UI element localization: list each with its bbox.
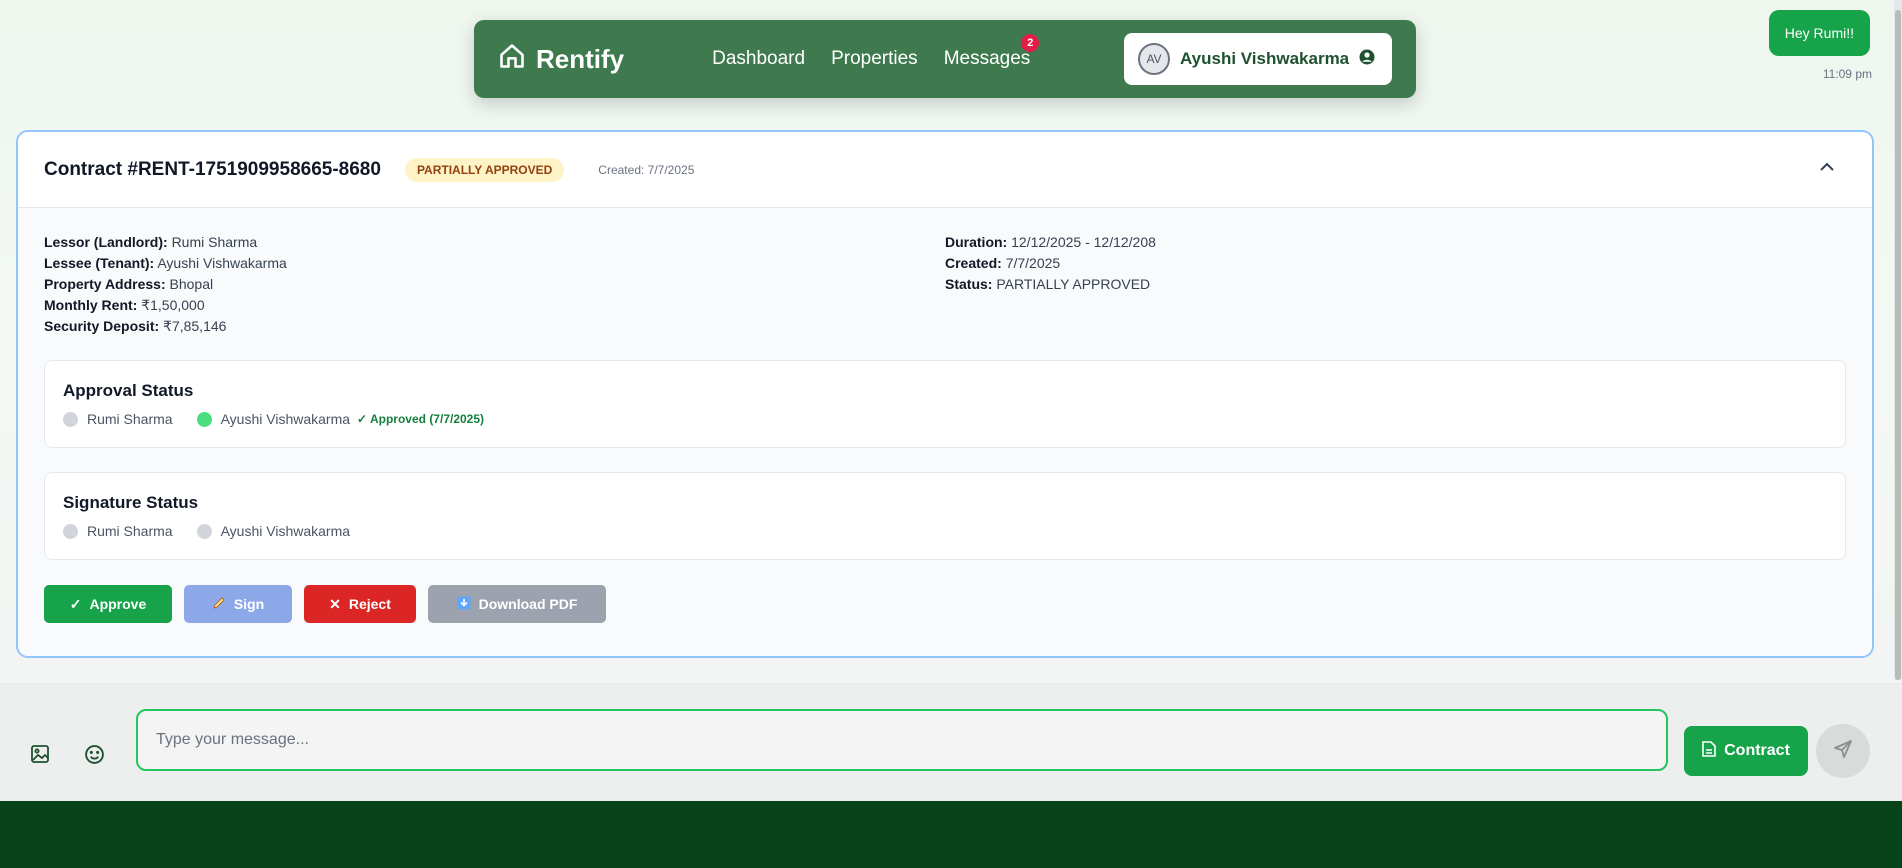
reject-label: Reject — [348, 596, 391, 612]
detail-duration: Duration: 12/12/2025 - 12/12/208 — [945, 232, 1846, 253]
nav-link-properties[interactable]: Properties — [831, 48, 918, 70]
approval-status-panel: Approval Status Rumi Sharma Ayushi Vishw… — [44, 360, 1846, 448]
pen-icon — [212, 596, 226, 613]
detail-status: Status: PARTIALLY APPROVED — [945, 274, 1846, 295]
detail-label: Created: — [945, 255, 1002, 271]
approve-label: Approve — [89, 596, 147, 612]
contract-details: Lessor (Landlord): Rumi Sharma Lessee (T… — [18, 208, 1872, 337]
footer-bar — [0, 801, 1902, 868]
detail-created: Created: 7/7/2025 — [945, 253, 1846, 274]
contract-button-label: Contract — [1724, 742, 1790, 759]
detail-deposit: Security Deposit: ₹7,85,146 — [44, 316, 945, 337]
home-icon — [498, 42, 526, 77]
approval-parties: Rumi Sharma Ayushi Vishwakarma ✓ Approve… — [63, 411, 1827, 427]
detail-lessor: Lessor (Landlord): Rumi Sharma — [44, 232, 945, 253]
chat-bubble-sent: Hey Rumi!! — [1768, 10, 1870, 56]
download-icon — [457, 596, 471, 613]
detail-label: Duration: — [945, 234, 1008, 250]
details-right-column: Duration: 12/12/2025 - 12/12/208 Created… — [945, 232, 1846, 337]
close-icon: ✕ — [329, 595, 341, 612]
download-pdf-button[interactable]: Download PDF — [428, 585, 606, 623]
detail-value: 12/12/2025 - 12/12/208 — [1011, 234, 1156, 250]
chat-bubble-time: 11:09 pm — [1822, 67, 1872, 81]
download-label: Download PDF — [478, 596, 578, 612]
status-dot-pending — [63, 523, 78, 539]
brand[interactable]: Rentify — [498, 42, 624, 77]
document-icon — [1702, 740, 1716, 762]
reject-button[interactable]: ✕ Reject — [304, 585, 416, 623]
check-icon: ✓ — [69, 595, 82, 612]
contract-card-header[interactable]: Contract #RENT-1751909958665-8680 PARTIA… — [18, 132, 1872, 208]
emoji-icon[interactable] — [84, 744, 105, 770]
scrollbar[interactable] — [1894, 0, 1902, 680]
status-dot-approved — [196, 411, 212, 427]
chevron-up-icon[interactable] — [1818, 158, 1836, 182]
top-navbar: Rentify Dashboard Properties Messages 2 … — [474, 20, 1416, 98]
party-name: Rumi Sharma — [87, 523, 173, 539]
details-left-column: Lessor (Landlord): Rumi Sharma Lessee (T… — [44, 232, 945, 337]
send-icon — [1833, 739, 1853, 764]
created-date: Created: 7/7/2025 — [598, 162, 695, 177]
approval-party: Rumi Sharma — [63, 411, 173, 427]
signature-status-panel: Signature Status Rumi Sharma Ayushi Vish… — [44, 472, 1846, 560]
signature-party: Rumi Sharma — [63, 523, 173, 539]
approve-button[interactable]: ✓ Approve — [44, 585, 172, 623]
detail-value: Ayushi Vishwakarma — [157, 255, 287, 271]
contract-actions: ✓ Approve Sign ✕ Reject Download PDF — [44, 585, 1846, 623]
message-composer: Contract — [0, 683, 1902, 801]
sign-label: Sign — [233, 596, 265, 612]
user-menu[interactable]: AV Ayushi Vishwakarma — [1124, 33, 1392, 85]
messages-badge: 2 — [1021, 34, 1040, 52]
status-dot-pending — [196, 523, 212, 539]
avatar: AV — [1138, 43, 1170, 75]
contract-card: Contract #RENT-1751909958665-8680 PARTIA… — [16, 130, 1874, 658]
detail-label: Lessor (Landlord): — [44, 234, 168, 250]
status-badge: PARTIALLY APPROVED — [404, 157, 565, 182]
user-name: Ayushi Vishwakarma — [1180, 49, 1350, 68]
detail-label: Property Address: — [44, 276, 166, 292]
user-circle-icon — [1359, 49, 1375, 70]
detail-value: 7/7/2025 — [1005, 255, 1061, 271]
contract-button[interactable]: Contract — [1684, 726, 1808, 776]
detail-value: Bhopal — [169, 276, 214, 292]
detail-value: ₹7,85,146 — [163, 318, 227, 334]
detail-value: Rumi Sharma — [171, 234, 258, 250]
image-upload-icon[interactable] — [30, 744, 50, 769]
approved-note: ✓ Approved (7/7/2025) — [357, 412, 485, 426]
detail-lessee: Lessee (Tenant): Ayushi Vishwakarma — [44, 253, 945, 274]
send-button[interactable] — [1816, 724, 1870, 778]
detail-value: PARTIALLY APPROVED — [996, 276, 1151, 292]
detail-label: Monthly Rent: — [44, 297, 138, 313]
nav-links: Dashboard Properties Messages 2 — [712, 34, 1040, 70]
detail-address: Property Address: Bhopal — [44, 274, 945, 295]
nav-link-dashboard[interactable]: Dashboard — [712, 48, 805, 70]
party-name: Ayushi Vishwakarma — [220, 523, 351, 539]
detail-label: Security Deposit: — [44, 318, 160, 334]
detail-label: Status: — [945, 276, 993, 292]
approval-status-title: Approval Status — [63, 381, 194, 400]
detail-label: Lessee (Tenant): — [44, 255, 155, 271]
approval-party: Ayushi Vishwakarma ✓ Approved (7/7/2025) — [196, 411, 485, 427]
signature-parties: Rumi Sharma Ayushi Vishwakarma — [63, 523, 1827, 539]
detail-value: ₹1,50,000 — [141, 297, 205, 313]
sign-button[interactable]: Sign — [184, 585, 292, 623]
nav-link-messages[interactable]: Messages 2 — [943, 34, 1040, 70]
party-name: Ayushi Vishwakarma — [220, 411, 351, 427]
detail-rent: Monthly Rent: ₹1,50,000 — [44, 295, 945, 316]
brand-name: Rentify — [536, 43, 625, 74]
nav-link-messages-label: Messages — [943, 48, 1031, 69]
signature-party: Ayushi Vishwakarma — [196, 523, 351, 539]
scrollbar-thumb[interactable] — [1895, 10, 1901, 680]
status-dot-pending — [63, 411, 78, 427]
contract-title: Contract #RENT-1751909958665-8680 — [44, 158, 381, 180]
party-name: Rumi Sharma — [87, 411, 173, 427]
signature-status-title: Signature Status — [63, 493, 199, 512]
message-input[interactable] — [136, 709, 1668, 771]
